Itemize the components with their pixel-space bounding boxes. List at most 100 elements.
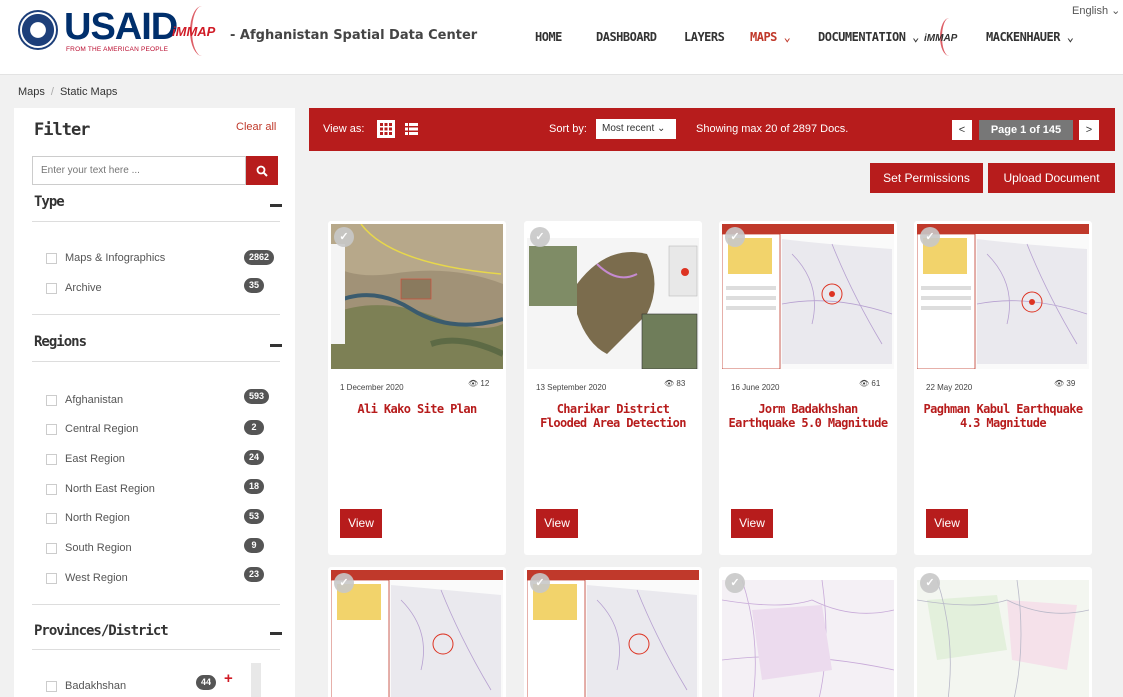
filter-option[interactable]: East Region [46,453,125,465]
filter-option[interactable]: Central Region [46,423,138,435]
document-card[interactable]: ✓ [719,567,897,697]
view-button[interactable]: View [926,509,968,538]
select-checkbox[interactable]: ✓ [725,573,745,593]
regions-collapse-icon[interactable] [270,344,282,347]
breadcrumb-maps[interactable]: Maps [18,86,45,98]
list-scrollbar[interactable] [251,663,261,697]
type-collapse-icon[interactable] [270,204,282,207]
checkbox[interactable] [46,572,57,584]
count-badge: 24 [244,450,265,465]
checkbox[interactable] [46,394,57,406]
map-thumbnail[interactable] [722,570,894,697]
document-card[interactable]: ✓ 13 September 2020 👁 83 Charikar Distri… [524,221,702,555]
list-view-button[interactable] [403,121,419,137]
map-thumbnail[interactable] [331,570,503,697]
chevron-down-icon: ⌄ [783,30,791,44]
checkbox[interactable] [46,680,57,692]
select-checkbox[interactable]: ✓ [920,573,940,593]
map-thumbnail[interactable] [917,570,1089,697]
set-permissions-button[interactable]: Set Permissions [870,163,983,193]
checkbox[interactable] [46,542,57,554]
select-checkbox[interactable]: ✓ [334,227,354,247]
filter-option[interactable]: Afghanistan [46,394,123,406]
language-selector[interactable]: English ⌄ [1072,4,1120,17]
expand-plus-icon[interactable]: + [224,670,233,687]
checkbox[interactable] [46,483,57,495]
sort-by-label: Sort by: [549,123,587,135]
divider [32,361,280,362]
usaid-logo[interactable]: USAID [64,6,178,49]
sort-select[interactable]: Most recent ⌄ [596,119,676,139]
next-page-button[interactable]: > [1079,120,1099,140]
card-title[interactable]: Ali Kako Site Plan [336,402,498,416]
view-count: 👁 83 [664,379,686,388]
view-count: 👁 12 [468,379,490,388]
usaid-seal-icon[interactable] [18,10,58,50]
map-thumbnail[interactable] [917,224,1089,369]
upload-document-button[interactable]: Upload Document [988,163,1115,193]
card-title[interactable]: Charikar District Flooded Area Detection [532,402,694,430]
checkbox[interactable] [46,453,57,465]
search-icon [256,165,268,177]
select-checkbox[interactable]: ✓ [530,227,550,247]
chevron-down-icon: ⌄ [657,123,666,134]
document-card[interactable]: ✓ [328,567,506,697]
card-title[interactable]: Jorm Badakhshan Earthquake 5.0 Magnitude [727,402,889,430]
filter-option[interactable]: West Region [46,572,128,584]
filter-option[interactable]: North Region [46,512,130,524]
filter-option[interactable]: Archive [46,282,102,294]
search-button[interactable] [246,156,278,185]
document-card[interactable]: ✓ 1 December 2020 👁 12 Ali Kako Site Pla… [328,221,506,555]
count-badge: 53 [244,509,265,524]
select-checkbox[interactable]: ✓ [920,227,940,247]
results-count: Showing max 20 of 2897 Docs. [696,123,849,135]
map-thumbnail[interactable] [527,224,699,369]
document-card[interactable]: ✓ 22 May 2020 👁 39 Paghman Kabul Earthqu… [914,221,1092,555]
nav-home[interactable]: HOME [535,30,562,44]
nav-documentation[interactable]: DOCUMENTATION ⌄ [818,30,919,44]
map-thumbnail[interactable] [722,224,894,369]
select-checkbox[interactable]: ✓ [334,573,354,593]
filter-option[interactable]: South Region [46,542,132,554]
checkbox[interactable] [46,252,57,264]
count-badge: 23 [244,567,265,582]
divider [32,649,280,650]
card-date: 16 June 2020 [731,383,780,392]
checkbox[interactable] [46,512,57,524]
select-checkbox[interactable]: ✓ [530,573,550,593]
provinces-collapse-icon[interactable] [270,632,282,635]
filter-search-input[interactable] [32,156,246,185]
select-checkbox[interactable]: ✓ [725,227,745,247]
filter-option[interactable]: Maps & Infographics [46,252,165,264]
document-card[interactable]: ✓ [914,567,1092,697]
nav-layers[interactable]: LAYERS [684,30,725,44]
filter-option[interactable]: North East Region [46,483,155,495]
breadcrumb-static-maps: Static Maps [59,86,118,98]
document-card[interactable]: ✓ [524,567,702,697]
view-button[interactable]: View [731,509,773,538]
divider [32,314,280,315]
provinces-section-title: Provinces/District [34,623,169,639]
eye-icon: 👁 [1054,379,1065,388]
card-date: 13 September 2020 [536,383,607,392]
immap-logo[interactable]: iMMAP [172,24,215,39]
nav-dashboard[interactable]: DASHBOARD [596,30,657,44]
divider [32,604,280,605]
grid-view-button[interactable] [377,120,395,138]
nav-user-menu[interactable]: MACKENHAUER ⌄ [986,30,1074,44]
card-title[interactable]: Paghman Kabul Earthquake 4.3 Magnitude [922,402,1084,430]
view-button[interactable]: View [340,509,382,538]
usaid-tagline: FROM THE AMERICAN PEOPLE [66,46,169,53]
filter-option[interactable]: Badakhshan [46,680,126,692]
clear-all-link[interactable]: Clear all [236,121,276,133]
nav-maps[interactable]: MAPS ⌄ [750,30,791,44]
checkbox[interactable] [46,423,57,435]
map-thumbnail[interactable] [331,224,503,369]
checkbox[interactable] [46,282,57,294]
view-button[interactable]: View [536,509,578,538]
map-thumbnail[interactable] [527,570,699,697]
view-count: 👁 39 [1054,379,1076,388]
count-badge: 9 [244,538,264,553]
prev-page-button[interactable]: < [952,120,972,140]
document-card[interactable]: ✓ 16 June 2020 👁 61 Jorm Badakhshan Eart… [719,221,897,555]
